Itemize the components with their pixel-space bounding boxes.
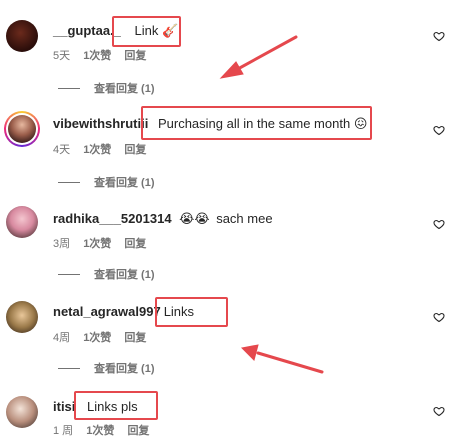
red-arrow-annotation	[219, 35, 324, 374]
